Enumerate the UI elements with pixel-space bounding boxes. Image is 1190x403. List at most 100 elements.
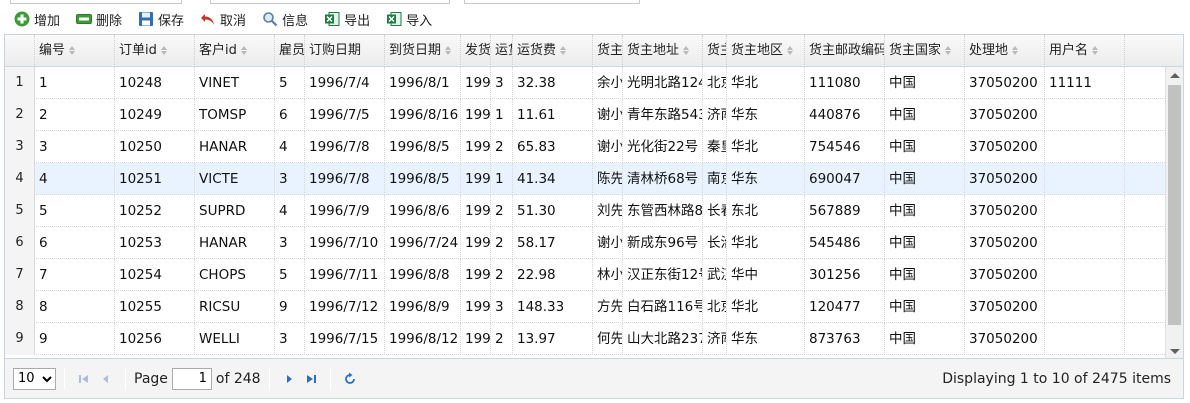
table-cell[interactable]: 1996/8/9 bbox=[385, 291, 461, 323]
table-cell[interactable]: 中国 bbox=[885, 227, 965, 259]
table-cell[interactable]: 10250 bbox=[115, 131, 195, 163]
table-cell[interactable]: 58.17 bbox=[513, 227, 593, 259]
last-page-button[interactable] bbox=[300, 368, 322, 390]
table-cell[interactable]: 41.34 bbox=[513, 163, 593, 195]
table-cell[interactable]: 1996/8/16 bbox=[385, 99, 461, 131]
sort-icon[interactable] bbox=[945, 45, 952, 56]
table-cell[interactable]: 1996/7/8 bbox=[305, 163, 385, 195]
table-cell[interactable]: 1 bbox=[491, 163, 513, 195]
sort-icon[interactable] bbox=[1092, 45, 1099, 56]
save-button[interactable]: 保存 bbox=[134, 7, 190, 31]
table-cell[interactable]: 南京 bbox=[703, 163, 727, 195]
table-cell[interactable]: 65.83 bbox=[513, 131, 593, 163]
table-cell[interactable]: 济南 bbox=[703, 99, 727, 131]
table-cell[interactable]: 中国 bbox=[885, 259, 965, 291]
table-cell[interactable]: 148.33 bbox=[513, 291, 593, 323]
table-cell[interactable]: 10256 bbox=[115, 323, 195, 355]
table-cell[interactable]: 谢小姐 bbox=[593, 227, 623, 259]
table-cell[interactable]: 1996/8/6 bbox=[385, 195, 461, 227]
table-cell[interactable]: 中国 bbox=[885, 99, 965, 131]
table-cell[interactable]: 林小姐 bbox=[593, 259, 623, 291]
table-row[interactable]: 1110248VINET51996/7/41996/8/11996332.38余… bbox=[5, 67, 1165, 99]
table-cell[interactable]: 3 bbox=[491, 67, 513, 99]
table-cell[interactable]: 陈先生 bbox=[593, 163, 623, 195]
table-cell[interactable]: 中国 bbox=[885, 323, 965, 355]
table-cell[interactable]: 刘先生 bbox=[593, 195, 623, 227]
column-header[interactable]: 货主国家 bbox=[885, 35, 965, 67]
table-cell[interactable]: 754546 bbox=[805, 131, 885, 163]
table-cell[interactable]: TOMSP bbox=[195, 99, 275, 131]
table-cell[interactable] bbox=[1045, 131, 1125, 163]
table-cell[interactable] bbox=[1045, 259, 1125, 291]
table-cell[interactable]: 37050200 bbox=[965, 323, 1045, 355]
table-cell[interactable]: 545486 bbox=[805, 227, 885, 259]
sort-icon[interactable] bbox=[560, 45, 567, 56]
table-cell[interactable]: 华北 bbox=[727, 67, 805, 99]
table-cell[interactable]: 北京 bbox=[703, 67, 727, 99]
table-cell[interactable]: 长春 bbox=[703, 195, 727, 227]
table-cell[interactable]: 青年东路543号 bbox=[623, 99, 703, 131]
table-cell[interactable]: 37050200 bbox=[965, 195, 1045, 227]
next-page-button[interactable] bbox=[278, 368, 300, 390]
table-cell[interactable]: 6 bbox=[35, 227, 115, 259]
column-header[interactable]: 货主地区 bbox=[727, 35, 805, 67]
table-cell[interactable]: 6 bbox=[275, 99, 305, 131]
table-cell[interactable]: 1996/7/5 bbox=[305, 99, 385, 131]
table-cell[interactable]: WELLI bbox=[195, 323, 275, 355]
delete-button[interactable]: 删除 bbox=[72, 7, 128, 31]
page-size-select[interactable]: 10 bbox=[13, 367, 56, 390]
table-cell[interactable]: 2 bbox=[491, 195, 513, 227]
table-cell[interactable]: 3 bbox=[275, 163, 305, 195]
table-cell[interactable]: 1996/8/5 bbox=[385, 163, 461, 195]
table-cell[interactable]: 13.97 bbox=[513, 323, 593, 355]
table-cell[interactable]: 440876 bbox=[805, 99, 885, 131]
table-cell[interactable]: 37050200 bbox=[965, 259, 1045, 291]
table-cell[interactable]: 光化街22号 bbox=[623, 131, 703, 163]
table-cell[interactable]: 37050200 bbox=[965, 163, 1045, 195]
table-cell[interactable]: 2 bbox=[35, 99, 115, 131]
table-cell[interactable]: 11111 bbox=[1045, 67, 1125, 99]
table-cell[interactable]: 3 bbox=[491, 291, 513, 323]
table-row[interactable]: 8810255RICSU91996/7/121996/8/919963148.3… bbox=[5, 291, 1165, 323]
table-cell[interactable]: 3 bbox=[35, 131, 115, 163]
table-cell[interactable]: 8 bbox=[35, 291, 115, 323]
table-cell[interactable]: 7 bbox=[35, 259, 115, 291]
table-cell[interactable]: 9 bbox=[35, 323, 115, 355]
table-cell[interactable]: 1996 bbox=[461, 67, 491, 99]
table-cell[interactable]: 9 bbox=[275, 291, 305, 323]
column-header[interactable]: 客户id bbox=[195, 35, 275, 67]
table-cell[interactable]: HANAR bbox=[195, 131, 275, 163]
table-row[interactable]: 9910256WELLI31996/7/151996/8/121996213.9… bbox=[5, 323, 1165, 355]
table-cell[interactable]: 武汉 bbox=[703, 259, 727, 291]
table-cell[interactable]: 何先生 bbox=[593, 323, 623, 355]
table-cell[interactable]: 东管西林路87号 bbox=[623, 195, 703, 227]
table-cell[interactable]: 东北 bbox=[727, 195, 805, 227]
table-cell[interactable] bbox=[1045, 291, 1125, 323]
table-cell[interactable] bbox=[1045, 163, 1125, 195]
column-header[interactable]: 货主地址 bbox=[623, 35, 703, 67]
table-row[interactable]: 6610253HANAR31996/7/101996/7/241996258.1… bbox=[5, 227, 1165, 259]
table-cell[interactable]: 北京 bbox=[703, 291, 727, 323]
scroll-thumb[interactable] bbox=[1168, 85, 1181, 325]
table-cell[interactable]: 10252 bbox=[115, 195, 195, 227]
table-cell[interactable]: 白石路116号 bbox=[623, 291, 703, 323]
table-cell[interactable]: 中国 bbox=[885, 131, 965, 163]
table-cell[interactable]: 1996 bbox=[461, 195, 491, 227]
table-cell[interactable]: 华东 bbox=[727, 99, 805, 131]
table-cell[interactable]: 华东 bbox=[727, 323, 805, 355]
table-cell[interactable]: 长治 bbox=[703, 227, 727, 259]
table-cell[interactable]: 华北 bbox=[727, 131, 805, 163]
column-header[interactable]: 货主 bbox=[593, 35, 623, 67]
sort-icon[interactable] bbox=[1012, 45, 1019, 56]
table-cell[interactable]: 光明北路124号 bbox=[623, 67, 703, 99]
table-cell[interactable]: 4 bbox=[35, 163, 115, 195]
table-cell[interactable] bbox=[1045, 227, 1125, 259]
table-cell[interactable]: 1996 bbox=[461, 227, 491, 259]
table-cell[interactable]: 华中 bbox=[727, 259, 805, 291]
table-cell[interactable]: 37050200 bbox=[965, 227, 1045, 259]
table-cell[interactable]: 11.61 bbox=[513, 99, 593, 131]
table-cell[interactable]: 中国 bbox=[885, 67, 965, 99]
table-cell[interactable]: 1996 bbox=[461, 131, 491, 163]
table-row[interactable]: 4410251VICTE31996/7/81996/8/51996141.34陈… bbox=[5, 163, 1165, 195]
table-cell[interactable]: 1996/8/5 bbox=[385, 131, 461, 163]
